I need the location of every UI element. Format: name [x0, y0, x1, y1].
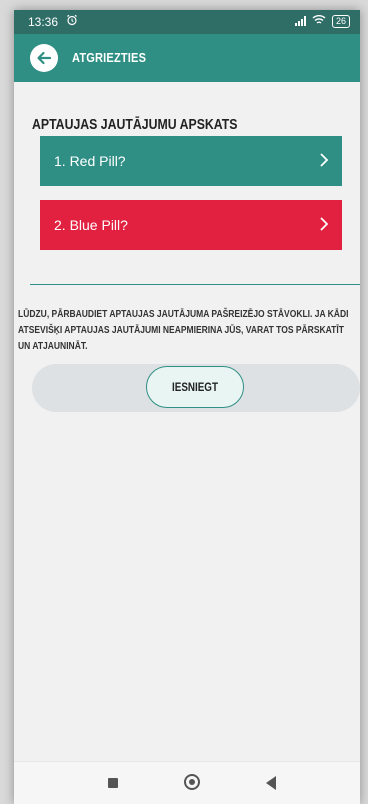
submit-label: IESNIEGT [172, 380, 218, 394]
arrow-left-icon [37, 51, 52, 65]
status-bar: 13:36 26 [14, 10, 360, 34]
back-triangle-icon[interactable] [266, 776, 276, 790]
phone-screen: 13:36 26 ATGRIEZTIES APTAUJAS JAUTĀJUMU … [14, 10, 360, 804]
info-note: Lūdzu, pārbaudiet aptaujas jautājuma paš… [18, 308, 349, 352]
app-bar: ATGRIEZTIES [14, 34, 360, 82]
question-item-1[interactable]: 1. Red Pill? [40, 136, 342, 186]
divider [30, 284, 360, 285]
submit-bar: IESNIEGT [32, 364, 360, 412]
signal-icon [294, 16, 306, 26]
back-button[interactable] [30, 44, 58, 72]
wifi-icon [312, 14, 326, 28]
home-icon[interactable] [184, 774, 200, 790]
question-label: 2. Blue Pill? [54, 217, 128, 233]
battery-indicator: 26 [331, 14, 350, 28]
recent-apps-icon[interactable] [108, 778, 118, 788]
chevron-right-icon [320, 153, 329, 167]
status-time: 13:36 [28, 15, 59, 29]
page-title: APTAUJAS JAUTĀJUMU APSKATS [32, 116, 238, 133]
question-item-2[interactable]: 2. Blue Pill? [40, 200, 342, 250]
system-nav-bar [14, 761, 360, 804]
question-label: 1. Red Pill? [54, 153, 126, 169]
status-indicators: 26 [294, 14, 350, 28]
back-label[interactable]: ATGRIEZTIES [72, 50, 146, 65]
alarm-clock-icon [66, 14, 78, 29]
submit-button[interactable]: IESNIEGT [146, 366, 244, 408]
chevron-right-icon [320, 217, 329, 231]
